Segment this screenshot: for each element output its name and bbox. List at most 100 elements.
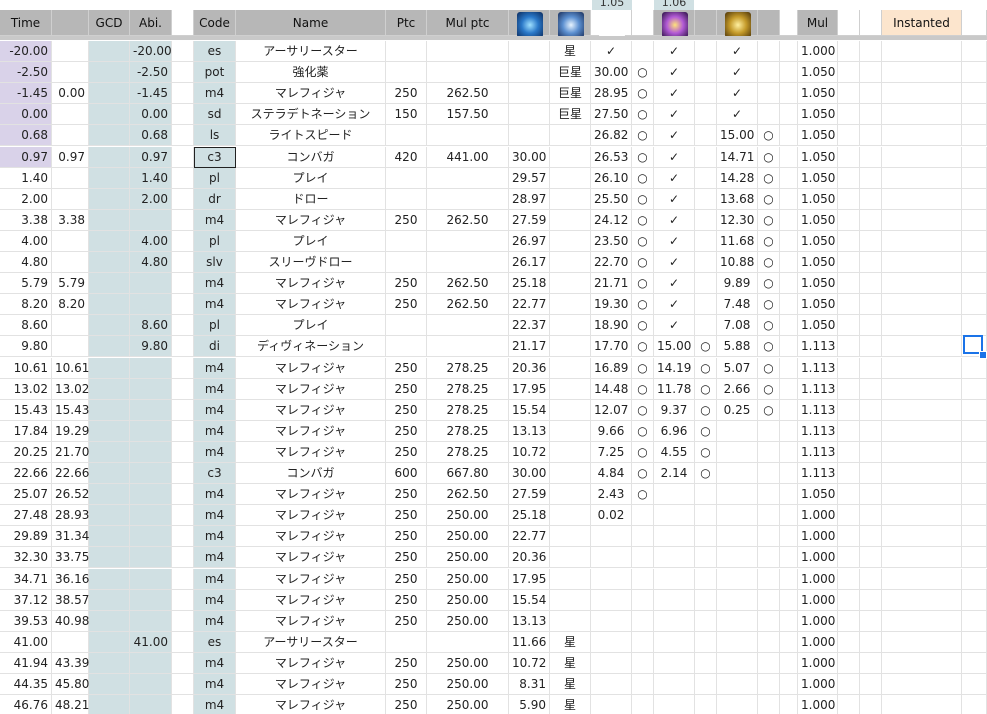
cell-mul[interactable]: 1.113	[798, 336, 838, 357]
cell-st[interactable]	[550, 294, 591, 315]
cell-name[interactable]: マレフィジャ	[236, 505, 386, 526]
cell-abi[interactable]	[130, 674, 172, 695]
cell-empty[interactable]	[882, 294, 962, 315]
cell-empty[interactable]	[860, 41, 882, 62]
cell-ptc[interactable]: 250	[386, 400, 427, 421]
cell-empty[interactable]	[780, 231, 798, 252]
cell-mulptc[interactable]	[427, 41, 509, 62]
cell-n2[interactable]: 17.70	[591, 336, 632, 357]
cell-empty[interactable]	[172, 379, 194, 400]
cell-time[interactable]: 41.00	[0, 632, 52, 653]
cell-o3[interactable]	[695, 41, 717, 62]
cell-o2[interactable]: ○	[632, 252, 654, 273]
cell-empty[interactable]	[962, 189, 987, 210]
cell-o2[interactable]	[632, 590, 654, 611]
header-gap[interactable]	[172, 10, 194, 36]
cell-empty[interactable]	[962, 442, 987, 463]
cell-empty[interactable]	[838, 168, 860, 189]
cell-st[interactable]	[550, 336, 591, 357]
cell-ptc[interactable]: 250	[386, 379, 427, 400]
cell-code[interactable]: ls	[194, 125, 236, 146]
cell-st[interactable]	[550, 484, 591, 505]
cell-gcd[interactable]: 3.38	[52, 210, 89, 231]
cell-empty[interactable]	[882, 590, 962, 611]
cell-gcd[interactable]: 48.21	[52, 695, 89, 714]
cell-name[interactable]: プレイ	[236, 231, 386, 252]
cell-n2[interactable]: 26.53	[591, 147, 632, 168]
cell-empty[interactable]	[962, 632, 987, 653]
cell-time[interactable]: -1.45	[0, 83, 52, 104]
cell-n4[interactable]: 11.68	[717, 231, 758, 252]
cell-n2[interactable]: 12.07	[591, 400, 632, 421]
cell-time[interactable]: 37.12	[0, 590, 52, 611]
cell-n1[interactable]: 20.36	[509, 358, 550, 379]
cell-empty[interactable]	[172, 442, 194, 463]
cell-ptc[interactable]: 420	[386, 147, 427, 168]
cell-ptc[interactable]	[386, 62, 427, 83]
cell-empty[interactable]	[89, 168, 130, 189]
cell-n3[interactable]	[654, 632, 695, 653]
cell-o4[interactable]	[758, 505, 780, 526]
cell-empty[interactable]	[89, 147, 130, 168]
cell-abi[interactable]: -1.45	[130, 83, 172, 104]
header-mul[interactable]: Mul	[798, 10, 838, 36]
cell-mul[interactable]: 1.113	[798, 358, 838, 379]
cell-st[interactable]	[550, 189, 591, 210]
cell-o3[interactable]	[695, 695, 717, 714]
cell-n2[interactable]: 16.89	[591, 358, 632, 379]
cell-ptc[interactable]: 600	[386, 463, 427, 484]
cell-empty[interactable]	[89, 632, 130, 653]
cell-gcd[interactable]: 36.16	[52, 569, 89, 590]
cell-empty[interactable]	[860, 147, 882, 168]
cell-empty[interactable]	[89, 547, 130, 568]
cell-ptc[interactable]: 250	[386, 484, 427, 505]
cell-o3[interactable]: ○	[695, 336, 717, 357]
cell-n3[interactable]	[654, 590, 695, 611]
header-gap[interactable]	[962, 10, 987, 36]
cell-mulptc[interactable]: 250.00	[427, 526, 509, 547]
cell-n3[interactable]	[654, 569, 695, 590]
cell-o3[interactable]	[695, 674, 717, 695]
cell-n4[interactable]	[717, 421, 758, 442]
cell-mulptc[interactable]	[427, 62, 509, 83]
cell-abi[interactable]	[130, 526, 172, 547]
cell-mul[interactable]: 1.000	[798, 41, 838, 62]
cell-n2[interactable]	[591, 632, 632, 653]
cell-name[interactable]: ドロー	[236, 189, 386, 210]
cell-gcd[interactable]: 38.57	[52, 590, 89, 611]
header-ptc[interactable]: Ptc	[386, 10, 427, 36]
cell-n1[interactable]: 25.18	[509, 273, 550, 294]
cell-empty[interactable]	[882, 252, 962, 273]
cell-n4[interactable]: 9.89	[717, 273, 758, 294]
cell-empty[interactable]	[860, 104, 882, 125]
cell-empty[interactable]	[838, 695, 860, 714]
header-blank[interactable]	[52, 10, 89, 36]
cell-code[interactable]: m4	[194, 590, 236, 611]
cell-st[interactable]	[550, 442, 591, 463]
cell-n2[interactable]: 23.50	[591, 231, 632, 252]
cell-empty[interactable]	[860, 674, 882, 695]
header-gap[interactable]	[780, 10, 798, 36]
cell-code[interactable]: m4	[194, 83, 236, 104]
cell-o3[interactable]: ○	[695, 421, 717, 442]
cell-n4[interactable]: ✓	[717, 83, 758, 104]
cell-n2[interactable]: 22.70	[591, 252, 632, 273]
cell-mulptc[interactable]	[427, 632, 509, 653]
cell-o4[interactable]: ○	[758, 168, 780, 189]
cell-empty[interactable]	[89, 358, 130, 379]
cell-mul[interactable]: 1.050	[798, 484, 838, 505]
cell-gcd[interactable]	[52, 125, 89, 146]
header-time[interactable]: Time	[0, 10, 52, 36]
cell-n3[interactable]: ✓	[654, 83, 695, 104]
cell-code[interactable]: m4	[194, 526, 236, 547]
cell-empty[interactable]	[882, 62, 962, 83]
cell-n4[interactable]: ✓	[717, 41, 758, 62]
cell-time[interactable]: 3.38	[0, 210, 52, 231]
cell-n1[interactable]: 21.17	[509, 336, 550, 357]
cell-o3[interactable]	[695, 653, 717, 674]
cell-time[interactable]: 25.07	[0, 484, 52, 505]
cell-o2[interactable]: ○	[632, 294, 654, 315]
cell-time[interactable]: 1.40	[0, 168, 52, 189]
cell-code[interactable]: dr	[194, 189, 236, 210]
cell-gcd[interactable]	[52, 231, 89, 252]
